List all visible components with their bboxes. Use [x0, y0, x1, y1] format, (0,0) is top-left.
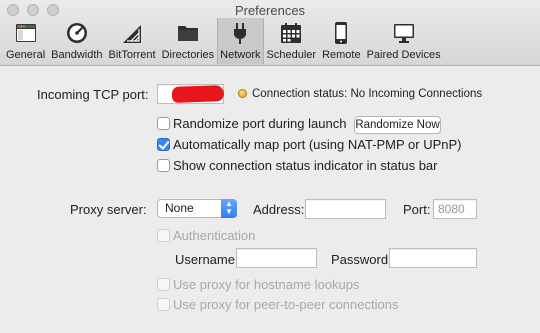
peer-connections-checkbox[interactable]: [157, 298, 170, 311]
folder-icon: [175, 20, 201, 46]
redaction-mark: [171, 85, 225, 103]
proxy-address-label: Address:: [253, 202, 305, 217]
connection-status-text: Connection status: No Incoming Connectio…: [252, 88, 483, 100]
speedometer-icon: [64, 20, 90, 46]
auto-map-port-checkbox[interactable]: [157, 138, 170, 151]
tab-directories[interactable]: Directories: [159, 18, 218, 64]
calendar-icon: [278, 20, 304, 46]
hostname-lookups-checkbox[interactable]: [157, 278, 170, 291]
plug-icon: [227, 20, 253, 46]
window-title: Preferences: [234, 3, 306, 18]
proxy-address-field[interactable]: [305, 199, 386, 219]
username-label: Username:: [175, 252, 239, 267]
tab-general[interactable]: General: [3, 18, 48, 64]
tab-network[interactable]: Network: [217, 18, 264, 64]
show-status-indicator-checkbox[interactable]: [157, 159, 170, 172]
proxy-server-value: None: [165, 201, 194, 215]
incoming-port-label: Incoming TCP port:: [37, 87, 149, 102]
bittorrent-icon: [119, 20, 145, 46]
tab-scheduler-label: Scheduler: [266, 49, 317, 61]
chevron-updown-icon: ▲ ▼: [221, 199, 237, 218]
username-field[interactable]: [236, 248, 317, 268]
tab-directories-label: Directories: [161, 49, 215, 61]
preferences-window: Preferences General Bandwidth BitTorrent…: [0, 0, 540, 333]
tab-remote-label: Remote: [322, 49, 361, 61]
randomize-port-label: Randomize port during launch: [173, 116, 347, 131]
tab-bandwidth[interactable]: Bandwidth: [48, 18, 105, 64]
randomize-now-button[interactable]: Randomize Now: [354, 116, 441, 134]
auto-map-port-label: Automatically map port (using NAT-PMP or…: [173, 137, 462, 152]
tab-scheduler[interactable]: Scheduler: [264, 18, 320, 64]
tab-bittorrent[interactable]: BitTorrent: [106, 18, 159, 64]
monitor-icon: [391, 20, 417, 46]
proxy-port-field[interactable]: 8080: [433, 199, 477, 219]
tab-paired-devices-label: Paired Devices: [366, 49, 441, 61]
authentication-label: Authentication: [173, 228, 256, 243]
preferences-toolbar: General Bandwidth BitTorrent Directories…: [3, 18, 444, 64]
tab-remote[interactable]: Remote: [319, 18, 364, 64]
tab-network-label: Network: [220, 49, 261, 61]
password-label: Password:: [331, 252, 392, 267]
proxy-server-label: Proxy server:: [70, 202, 147, 217]
tab-bittorrent-label: BitTorrent: [108, 49, 156, 61]
title-toolbar: Preferences General Bandwidth BitTorrent…: [0, 0, 540, 66]
authentication-checkbox[interactable]: [157, 229, 170, 242]
status-indicator-icon: [238, 89, 247, 98]
phone-icon: [328, 20, 354, 46]
tab-general-label: General: [6, 49, 46, 61]
tab-paired-devices[interactable]: Paired Devices: [364, 18, 444, 64]
hostname-lookups-label: Use proxy for hostname lookups: [173, 277, 360, 292]
peer-connections-label: Use proxy for peer-to-peer connections: [173, 297, 399, 312]
show-status-indicator-label: Show connection status indicator in stat…: [173, 158, 438, 173]
tab-bandwidth-label: Bandwidth: [51, 49, 103, 61]
proxy-server-select[interactable]: None ▲ ▼: [157, 199, 237, 218]
randomize-port-checkbox[interactable]: [157, 117, 170, 130]
general-icon: [13, 20, 39, 46]
proxy-port-label: Port:: [403, 202, 431, 217]
password-field[interactable]: [389, 248, 477, 268]
